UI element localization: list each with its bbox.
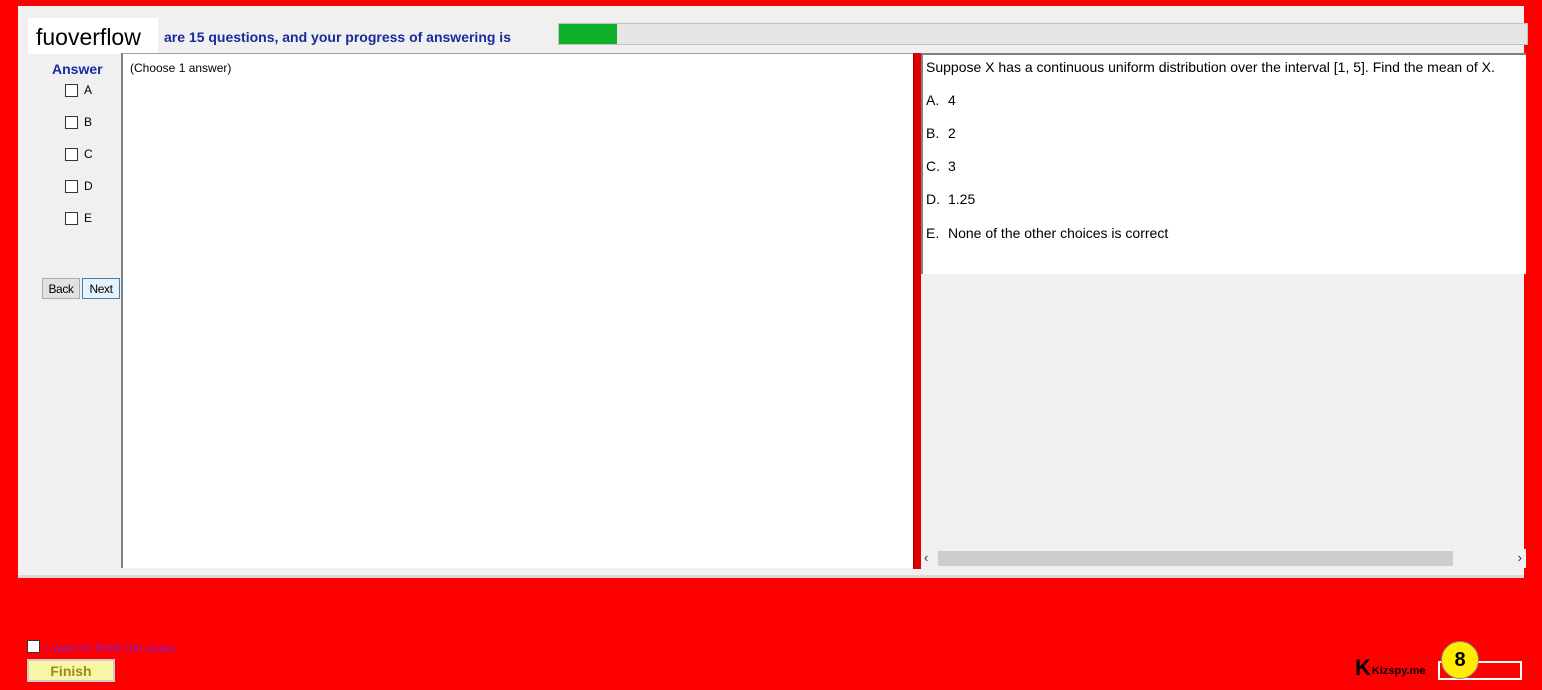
number-badge: 8 xyxy=(1441,641,1479,679)
answer-text-area[interactable]: (Choose 1 answer) xyxy=(121,53,913,568)
choice-c: C. 3 xyxy=(926,158,956,174)
choice-d: D. 1.25 xyxy=(926,191,975,207)
progress-bar xyxy=(558,23,1528,45)
answer-checkbox-b[interactable] xyxy=(65,115,78,129)
next-button[interactable]: Next xyxy=(82,278,120,299)
answer-label-a: A xyxy=(84,83,93,97)
answer-label-d: D xyxy=(84,179,93,193)
progress-text: are 15 questions, and your progress of a… xyxy=(164,29,511,45)
answer-option-b[interactable]: B xyxy=(65,115,92,129)
progress-bar-fill xyxy=(559,24,618,44)
back-button[interactable]: Back xyxy=(42,278,80,299)
choice-d-text: 1.25 xyxy=(948,191,976,207)
scroll-left-icon[interactable]: ‹ xyxy=(924,550,928,565)
answer-checkbox-c[interactable] xyxy=(65,147,78,161)
logo: fuoverflow xyxy=(28,18,158,54)
choice-a-letter: A. xyxy=(926,92,940,108)
finish-exam-checkbox[interactable] xyxy=(27,640,40,653)
choose-instruction: (Choose 1 answer) xyxy=(130,61,232,75)
answer-label-b: B xyxy=(84,115,93,129)
horizontal-scrollbar[interactable]: ‹ › xyxy=(921,549,1526,568)
choice-e-letter: E. xyxy=(926,225,940,241)
answer-option-e[interactable]: E xyxy=(65,211,92,225)
finish-exam-label[interactable]: I want to finish the exam xyxy=(46,641,175,655)
choice-b-text: 2 xyxy=(948,125,956,141)
answer-option-c[interactable]: C xyxy=(65,147,93,161)
main-panel: fuoverflow are 15 questions, and your pr… xyxy=(18,6,1528,578)
finish-button[interactable]: Finish xyxy=(27,659,115,682)
choice-a-text: 4 xyxy=(948,92,956,108)
brand-k-icon: K xyxy=(1355,655,1371,680)
choice-b: B. 2 xyxy=(926,125,956,141)
answer-option-a[interactable]: A xyxy=(65,83,92,97)
answer-option-d[interactable]: D xyxy=(65,179,93,193)
scroll-right-icon[interactable]: › xyxy=(1518,550,1522,565)
answer-label-c: C xyxy=(84,147,93,161)
choice-d-letter: D. xyxy=(926,191,940,207)
answer-checkbox-e[interactable] xyxy=(65,211,78,225)
panel-splitter[interactable] xyxy=(913,53,921,569)
choice-e: E. None of the other choices is correct xyxy=(926,225,1168,241)
scroll-thumb[interactable] xyxy=(938,551,1453,566)
brand-text: Kizspy.me xyxy=(1371,665,1426,677)
question-text: Suppose X has a continuous uniform distr… xyxy=(926,59,1495,75)
choice-a: A. 4 xyxy=(926,92,956,108)
answer-checkbox-d[interactable] xyxy=(65,179,78,193)
answer-checkbox-a[interactable] xyxy=(65,83,78,97)
choice-b-letter: B. xyxy=(926,125,940,141)
choice-c-letter: C. xyxy=(926,158,940,174)
question-panel: Suppose X has a continuous uniform distr… xyxy=(921,53,1526,274)
answer-label-e: E xyxy=(84,211,93,225)
brand-logo: K Kizspy.me xyxy=(1355,655,1426,680)
choice-e-text: None of the other choices is correct xyxy=(948,225,1169,241)
answer-title: Answer xyxy=(52,61,103,77)
choice-c-text: 3 xyxy=(948,158,956,174)
